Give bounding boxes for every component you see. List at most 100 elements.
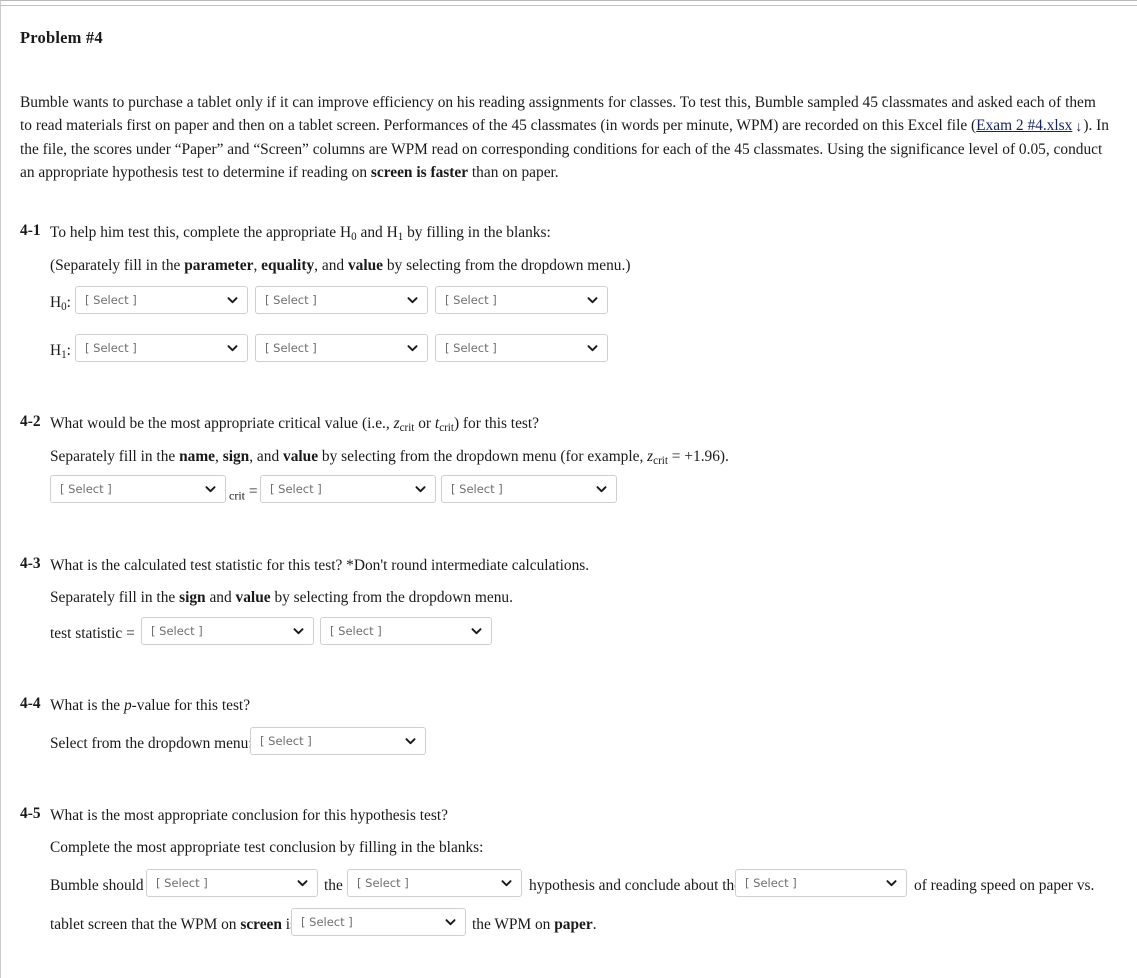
test-statistic-sign-select-value: [ Select ] <box>151 624 203 638</box>
question-4-3-instruction: Separately fill in the sign and value by… <box>50 587 513 608</box>
question-4-5-prompt: What is the most appropriate conclusion … <box>50 807 448 824</box>
h1-value-select-value: [ Select ] <box>445 341 497 355</box>
chevron-down-icon <box>407 343 418 354</box>
q41-inst-d: by selecting from the dropdown menu.) <box>383 257 631 274</box>
h0-equality-select[interactable]: [ Select ] <box>255 286 428 314</box>
h0-value-select[interactable]: [ Select ] <box>435 286 608 314</box>
q42-inst-d: by selecting from the dropdown menu (for… <box>318 448 648 465</box>
h1-label-colon: : <box>66 342 71 359</box>
chevron-down-icon <box>596 484 607 495</box>
q42-inst-bold-name: name <box>179 448 215 465</box>
q41-inst-b: , <box>253 257 262 274</box>
h0-label-colon: : <box>66 294 71 311</box>
q43-inst-a: Separately fill in the <box>50 589 180 606</box>
conclusion-comparison-select[interactable]: [ Select ] <box>291 908 466 936</box>
q43-inst-c: by selecting from the dropdown menu. <box>270 589 513 606</box>
chevron-down-icon <box>227 343 238 354</box>
critical-value-sign-select-value: [ Select ] <box>270 482 322 496</box>
conclusion-hypothesis-select-value: [ Select ] <box>357 876 409 890</box>
q42-inst-bold-sign: sign <box>222 448 250 465</box>
q42-prompt-or: or <box>414 415 435 432</box>
h1-parameter-select[interactable]: [ Select ] <box>75 334 248 362</box>
chevron-down-icon <box>407 295 418 306</box>
critical-value-value-select-value: [ Select ] <box>451 482 503 496</box>
h0-parameter-select[interactable]: [ Select ] <box>75 286 248 314</box>
download-icon[interactable]: ↓ <box>1075 116 1082 139</box>
q42-inst-symbol-z-subscript: crit <box>653 455 668 468</box>
chevron-down-icon <box>886 878 897 889</box>
critical-value-value-select[interactable]: [ Select ] <box>441 475 617 503</box>
chevron-down-icon <box>471 626 482 637</box>
q43-inst-bold-sign: sign <box>179 589 206 606</box>
conclusion-parameter-select[interactable]: [ Select ] <box>735 869 907 897</box>
critical-value-sign-select[interactable]: [ Select ] <box>260 475 436 503</box>
q44-prompt-a: What is the <box>50 697 124 714</box>
h0-parameter-select-value: [ Select ] <box>85 293 137 307</box>
conclusion-hypothesis-select[interactable]: [ Select ] <box>347 869 522 897</box>
q45-line2-bold-screen: screen <box>240 916 282 933</box>
question-4-4-number: 4-4 <box>20 695 41 712</box>
question-4-2-prompt: What would be the most appropriate criti… <box>50 413 539 434</box>
h1-equality-select-value: [ Select ] <box>265 341 317 355</box>
test-statistic-label: test statistic = <box>50 625 135 642</box>
equals-sign: = <box>245 483 258 500</box>
question-4-5-number: 4-5 <box>20 805 41 822</box>
p-value-select[interactable]: [ Select ] <box>250 727 426 755</box>
conclusion-text-the: the <box>324 877 343 894</box>
question-4-1-prompt: To help him test this, complete the appr… <box>50 222 551 243</box>
conclusion-decision-select[interactable]: [ Select ] <box>146 869 318 897</box>
p-value-row-label: Select from the dropdown menu: <box>50 735 253 752</box>
h0-equality-select-value: [ Select ] <box>265 293 317 307</box>
q42-symbol-t-subscript: crit <box>439 422 454 435</box>
crit-subscript: crit <box>229 488 245 503</box>
h0-label-h: H <box>50 294 62 311</box>
test-statistic-value-select-value: [ Select ] <box>330 624 382 638</box>
q42-prompt-a: What would be the most appropriate criti… <box>50 415 394 432</box>
conclusion-text-bumble-should: Bumble should <box>50 877 144 894</box>
top-divider <box>0 5 1137 6</box>
q42-inst-bold-value: value <box>283 448 319 465</box>
chevron-down-icon <box>405 736 416 747</box>
q45-line2-a: tablet screen that the WPM on <box>50 916 241 933</box>
chevron-down-icon <box>227 295 238 306</box>
h0-label: H0: <box>50 292 71 313</box>
conclusion-text-wpm-paper: the WPM on paper. <box>472 914 597 935</box>
q44-symbol-p: p <box>123 697 132 714</box>
q41-prompt-b: and H <box>356 224 398 241</box>
conclusion-text-reading-speed: of reading speed on paper vs. <box>914 877 1095 894</box>
conclusion-text-tablet-screen: tablet screen that the WPM on screen is <box>50 914 296 935</box>
excel-file-link[interactable]: Exam 2 #4.xlsx <box>976 117 1072 134</box>
problem-statement: Bumble wants to purchase a tablet only i… <box>20 91 1111 184</box>
intro-text-part-1: Bumble wants to purchase a tablet only i… <box>20 94 1096 134</box>
h1-label: H1: <box>50 340 71 361</box>
chevron-down-icon <box>587 295 598 306</box>
question-4-2-instruction: Separately fill in the name, sign, and v… <box>50 446 729 467</box>
q41-prompt-c: by filling in the blanks: <box>403 224 551 241</box>
critical-value-name-select[interactable]: [ Select ] <box>50 475 226 503</box>
q42-inst-b: , <box>215 448 223 465</box>
q42-inst-e: = +1.96). <box>667 448 729 465</box>
h1-equality-select[interactable]: [ Select ] <box>255 334 428 362</box>
q43-inst-bold-value: value <box>235 589 271 606</box>
q41-inst-bold-parameter: parameter <box>184 257 254 274</box>
q42-prompt-b: ) for this test? <box>453 415 540 432</box>
intro-text-part-3: than on paper. <box>468 164 559 181</box>
chevron-down-icon <box>415 484 426 495</box>
h1-value-select[interactable]: [ Select ] <box>435 334 608 362</box>
h1-label-h: H <box>50 342 62 359</box>
question-4-2-number: 4-2 <box>20 413 41 430</box>
q45-line2-d: . <box>592 916 597 933</box>
chevron-down-icon <box>205 484 216 495</box>
conclusion-decision-select-value: [ Select ] <box>156 876 208 890</box>
test-statistic-value-select[interactable]: [ Select ] <box>320 617 492 645</box>
q42-symbol-z-subscript: crit <box>399 422 415 435</box>
question-4-3-prompt: What is the calculated test statistic fo… <box>50 557 590 574</box>
question-4-1-instruction: (Separately fill in the parameter, equal… <box>50 255 630 276</box>
question-4-4-prompt: What is the p-value for this test? <box>50 695 250 716</box>
chevron-down-icon <box>445 917 456 928</box>
conclusion-parameter-select-value: [ Select ] <box>745 876 797 890</box>
test-statistic-sign-select[interactable]: [ Select ] <box>141 617 314 645</box>
question-4-5-instruction: Complete the most appropriate test concl… <box>50 839 484 856</box>
question-4-1-number: 4-1 <box>20 222 41 239</box>
p-value-select-value: [ Select ] <box>260 734 312 748</box>
